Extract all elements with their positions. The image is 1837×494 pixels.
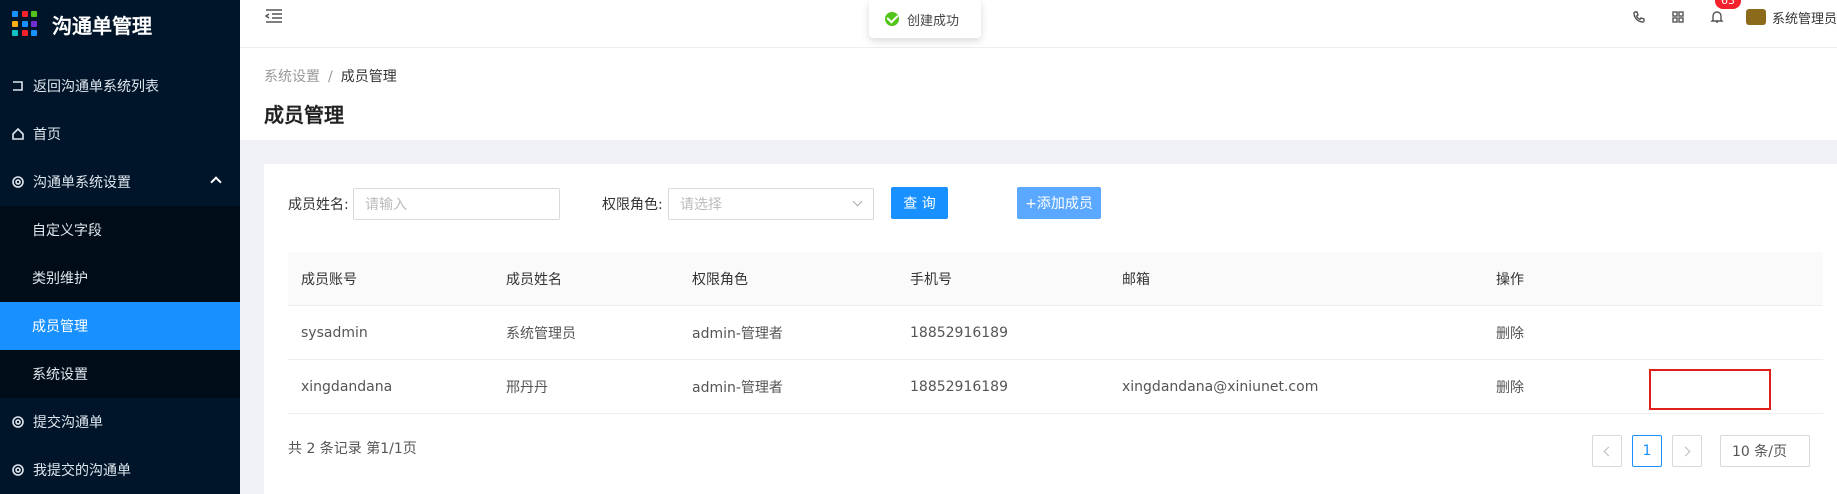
cell-account: sysadmin: [301, 324, 368, 341]
breadcrumb-current: 成员管理: [340, 69, 397, 85]
page-number[interactable]: 1: [1632, 435, 1662, 467]
sidebar-item-home[interactable]: 首页: [0, 110, 240, 158]
role-placeholder: 请选择: [680, 197, 722, 213]
home-icon: [10, 126, 26, 142]
sidebar-item-label: 返回沟通单系统列表: [33, 79, 159, 95]
sidebar-item-custom-fields[interactable]: 自定义字段: [0, 206, 240, 254]
gear-icon: [10, 414, 26, 430]
delete-button[interactable]: 删除: [1496, 323, 1524, 343]
page-header: 系统设置 / 成员管理 成员管理: [240, 48, 1837, 140]
sidebar-item-members[interactable]: 成员管理: [0, 302, 240, 350]
sidebar-item-my-submitted[interactable]: 我提交的沟通单: [0, 446, 240, 494]
members-table: 成员账号 成员姓名 权限角色 手机号 邮箱 操作 sysadmin 系统管理员 …: [288, 252, 1823, 414]
sidebar: 沟通单管理 返回沟通单系统列表 首页 沟通单系统设置 自定义字段 类别维护 成员…: [0, 0, 240, 494]
sidebar-item-label: 首页: [33, 127, 61, 143]
sidebar-item-submit[interactable]: 提交沟通单: [0, 398, 240, 446]
cell-phone: 18852916189: [910, 378, 1008, 395]
phone-icon[interactable]: [1631, 9, 1647, 25]
chevron-down-icon: [852, 196, 863, 207]
prev-page-button[interactable]: [1592, 435, 1622, 467]
highlight-box: [1649, 369, 1771, 410]
table-header: 成员账号 成员姓名 权限角色 手机号 邮箱 操作: [288, 252, 1823, 306]
bell-icon[interactable]: 63: [1709, 0, 1741, 25]
menu-fold-icon[interactable]: [264, 8, 284, 24]
gear-icon: [10, 174, 26, 190]
table-row: xingdandana 邢丹丹 admin-管理者 18852916189 xi…: [288, 360, 1823, 414]
add-member-button[interactable]: +添加成员: [1017, 187, 1101, 219]
name-input[interactable]: 请输入: [353, 188, 560, 220]
cell-account: xingdandana: [301, 378, 393, 395]
header-actions: 63 系统管理员: [1631, 0, 1837, 34]
toast-message: 创建成功: [907, 13, 960, 29]
sidebar-item-settings[interactable]: 系统设置: [0, 350, 240, 398]
cell-phone: 18852916189: [910, 324, 1008, 341]
sidebar-item-label: 成员管理: [32, 319, 88, 335]
role-select[interactable]: 请选择: [668, 188, 874, 220]
sidebar-item-system-settings[interactable]: 沟通单系统设置: [0, 158, 240, 206]
cell-role: admin-管理者: [692, 325, 783, 342]
sidebar-menu: 返回沟通单系统列表 首页 沟通单系统设置 自定义字段 类别维护 成员管理 系统设…: [0, 62, 240, 494]
app-title: 沟通单管理: [52, 13, 152, 38]
sidebar-item-return[interactable]: 返回沟通单系统列表: [0, 62, 240, 110]
cell-name: 邢丹丹: [506, 379, 548, 396]
gear-icon: [10, 462, 26, 478]
logo: 沟通单管理: [0, 0, 240, 48]
breadcrumb: 系统设置 / 成员管理: [264, 66, 397, 86]
cell-email: xingdandana@xiniunet.com: [1122, 378, 1319, 395]
avatar[interactable]: [1745, 9, 1766, 25]
delete-button[interactable]: 删除: [1496, 377, 1524, 397]
col-role: 权限角色: [692, 271, 748, 288]
breadcrumb-separator: /: [328, 69, 333, 85]
next-page-button[interactable]: [1672, 435, 1702, 467]
col-action: 操作: [1496, 271, 1524, 288]
check-circle-icon: [885, 12, 899, 26]
username[interactable]: 系统管理员: [1772, 8, 1837, 27]
app-grid-icon: [12, 11, 38, 37]
breadcrumb-parent[interactable]: 系统设置: [264, 69, 320, 85]
col-email: 邮箱: [1122, 271, 1150, 288]
name-label: 成员姓名:: [288, 197, 349, 213]
sidebar-item-label: 提交沟通单: [33, 415, 103, 431]
apps-icon[interactable]: [1670, 9, 1686, 25]
sidebar-item-label: 类别维护: [32, 271, 88, 287]
cell-name: 系统管理员: [506, 325, 576, 342]
col-phone: 手机号: [910, 271, 952, 288]
cell-role: admin-管理者: [692, 379, 783, 396]
chevron-right-icon: [1680, 446, 1691, 456]
sidebar-item-label: 我提交的沟通单: [33, 463, 131, 479]
sidebar-item-label: 沟通单系统设置: [33, 175, 131, 191]
top-header: 63 系统管理员: [240, 0, 1837, 48]
return-icon: [10, 78, 26, 94]
col-account: 成员账号: [301, 271, 357, 288]
success-toast: 创建成功: [869, 0, 981, 38]
total-records: 共 2 条记录 第1/1页: [288, 441, 417, 457]
page-title: 成员管理: [264, 103, 344, 127]
sidebar-item-category[interactable]: 类别维护: [0, 254, 240, 302]
table-row: sysadmin 系统管理员 admin-管理者 18852916189 删除: [288, 306, 1823, 360]
sidebar-item-label: 系统设置: [32, 367, 88, 383]
query-button[interactable]: 查 询: [891, 187, 948, 219]
chevron-left-icon: [1603, 446, 1614, 456]
members-card: 成员姓名: 请输入 权限角色: 请选择 查 询 +添加成员 成员账号 成员姓名 …: [264, 164, 1837, 494]
role-label: 权限角色:: [602, 197, 663, 213]
chevron-up-icon: [210, 176, 222, 188]
sidebar-item-label: 自定义字段: [32, 223, 102, 239]
search-form: 成员姓名: 请输入 权限角色: 请选择 查 询 +添加成员: [288, 187, 1488, 220]
name-placeholder: 请输入: [365, 197, 407, 213]
page-size-select[interactable]: 10 条/页: [1720, 435, 1810, 467]
col-name: 成员姓名: [506, 271, 562, 288]
notification-badge: 63: [1714, 0, 1741, 9]
page-size-value: 10 条/页: [1732, 444, 1787, 460]
